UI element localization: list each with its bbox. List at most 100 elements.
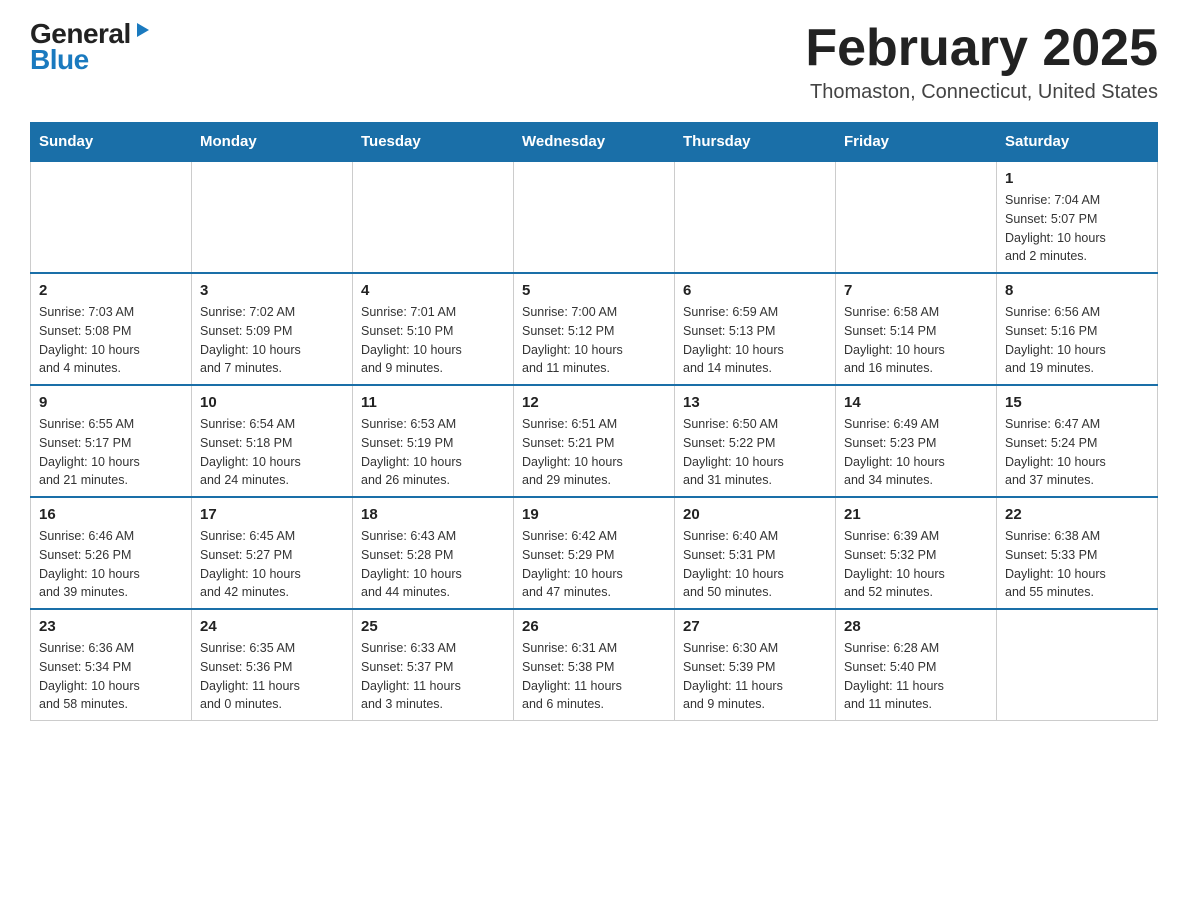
calendar-cell: 24Sunrise: 6:35 AMSunset: 5:36 PMDayligh… (192, 609, 353, 721)
calendar-cell: 7 Sunrise: 6:58 AMSunset: 5:14 PMDaylight… (836, 273, 997, 385)
calendar-cell: 5 Sunrise: 7:00 AMSunset: 5:12 PMDaylight… (514, 273, 675, 385)
day-number: 2 (39, 282, 183, 299)
calendar-cell: 14 Sunrise: 6:49 AMSunset: 5:23 PMDayligh… (836, 385, 997, 497)
day-number: 5 (522, 282, 666, 299)
calendar-cell: 19Sunrise: 6:42 AMSunset: 5:29 PMDayligh… (514, 497, 675, 609)
day-info: Sunrise: 6:47 AMSunset: 5:24 PMDaylight:… (1005, 415, 1149, 490)
calendar-header-saturday: Saturday (997, 123, 1158, 162)
day-number: 20 (683, 506, 827, 523)
day-info: Sunrise: 6:59 AMSunset: 5:13 PMDaylight:… (683, 303, 827, 378)
calendar-week-row-4: 16 Sunrise: 6:46 AMSunset: 5:26 PMDayligh… (31, 497, 1158, 609)
day-info: Sunrise: 6:51 AMSunset: 5:21 PMDaylight:… (522, 415, 666, 490)
calendar-cell: 17 Sunrise: 6:45 AMSunset: 5:27 PMDayligh… (192, 497, 353, 609)
calendar-cell: 21 Sunrise: 6:39 AMSunset: 5:32 PMDayligh… (836, 497, 997, 609)
day-number: 16 (39, 506, 183, 523)
day-info: Sunrise: 6:56 AMSunset: 5:16 PMDaylight:… (1005, 303, 1149, 378)
calendar-cell: 11 Sunrise: 6:53 AMSunset: 5:19 PMDayligh… (353, 385, 514, 497)
day-info: Sunrise: 7:02 AMSunset: 5:09 PMDaylight:… (200, 303, 344, 378)
day-info: Sunrise: 6:39 AMSunset: 5:32 PMDaylight:… (844, 527, 988, 602)
day-number: 26 (522, 618, 666, 635)
day-info: Sunrise: 7:04 AMSunset: 5:07 PMDaylight:… (1005, 191, 1149, 266)
logo-arrow-icon (133, 21, 151, 44)
title-area: February 2025 Thomaston, Connecticut, Un… (805, 20, 1158, 104)
day-info: Sunrise: 7:03 AMSunset: 5:08 PMDaylight:… (39, 303, 183, 378)
calendar-cell (192, 161, 353, 273)
day-number: 14 (844, 394, 988, 411)
day-info: Sunrise: 6:40 AMSunset: 5:31 PMDaylight:… (683, 527, 827, 602)
day-number: 7 (844, 282, 988, 299)
day-info: Sunrise: 6:43 AMSunset: 5:28 PMDaylight:… (361, 527, 505, 602)
day-number: 4 (361, 282, 505, 299)
calendar-header-thursday: Thursday (675, 123, 836, 162)
calendar-cell: 4 Sunrise: 7:01 AMSunset: 5:10 PMDaylight… (353, 273, 514, 385)
page-header: General Blue February 2025 Thomaston, Co… (30, 20, 1158, 104)
calendar-cell (997, 609, 1158, 721)
calendar-week-row-2: 2 Sunrise: 7:03 AMSunset: 5:08 PMDaylight… (31, 273, 1158, 385)
calendar-cell (514, 161, 675, 273)
calendar-cell: 8Sunrise: 6:56 AMSunset: 5:16 PMDaylight… (997, 273, 1158, 385)
day-number: 15 (1005, 394, 1149, 411)
calendar-cell: 1 Sunrise: 7:04 AMSunset: 5:07 PMDaylight… (997, 161, 1158, 273)
calendar-cell (353, 161, 514, 273)
logo-area: General Blue (30, 20, 151, 74)
day-info: Sunrise: 6:28 AMSunset: 5:40 PMDaylight:… (844, 639, 988, 714)
day-info: Sunrise: 7:01 AMSunset: 5:10 PMDaylight:… (361, 303, 505, 378)
calendar-header-friday: Friday (836, 123, 997, 162)
calendar-header-row: SundayMondayTuesdayWednesdayThursdayFrid… (31, 123, 1158, 162)
calendar-week-row-5: 23 Sunrise: 6:36 AMSunset: 5:34 PMDayligh… (31, 609, 1158, 721)
calendar-cell (31, 161, 192, 273)
logo-blue-text: Blue (30, 46, 89, 74)
day-info: Sunrise: 6:31 AMSunset: 5:38 PMDaylight:… (522, 639, 666, 714)
day-info: Sunrise: 6:38 AMSunset: 5:33 PMDaylight:… (1005, 527, 1149, 602)
calendar-cell: 20 Sunrise: 6:40 AMSunset: 5:31 PMDayligh… (675, 497, 836, 609)
day-info: Sunrise: 6:42 AMSunset: 5:29 PMDaylight:… (522, 527, 666, 602)
calendar-cell (836, 161, 997, 273)
calendar-table: SundayMondayTuesdayWednesdayThursdayFrid… (30, 122, 1158, 721)
day-number: 13 (683, 394, 827, 411)
calendar-cell: 15 Sunrise: 6:47 AMSunset: 5:24 PMDayligh… (997, 385, 1158, 497)
calendar-week-row-1: 1 Sunrise: 7:04 AMSunset: 5:07 PMDaylight… (31, 161, 1158, 273)
calendar-cell: 10 Sunrise: 6:54 AMSunset: 5:18 PMDayligh… (192, 385, 353, 497)
day-number: 9 (39, 394, 183, 411)
calendar-cell: 27 Sunrise: 6:30 AMSunset: 5:39 PMDayligh… (675, 609, 836, 721)
day-info: Sunrise: 6:35 AMSunset: 5:36 PMDaylight:… (200, 639, 344, 714)
calendar-cell: 18 Sunrise: 6:43 AMSunset: 5:28 PMDayligh… (353, 497, 514, 609)
day-number: 22 (1005, 506, 1149, 523)
calendar-header-wednesday: Wednesday (514, 123, 675, 162)
day-info: Sunrise: 6:49 AMSunset: 5:23 PMDaylight:… (844, 415, 988, 490)
day-info: Sunrise: 6:30 AMSunset: 5:39 PMDaylight:… (683, 639, 827, 714)
day-number: 17 (200, 506, 344, 523)
calendar-subtitle: Thomaston, Connecticut, United States (805, 81, 1158, 104)
calendar-cell: 3 Sunrise: 7:02 AMSunset: 5:09 PMDaylight… (192, 273, 353, 385)
calendar-cell: 25Sunrise: 6:33 AMSunset: 5:37 PMDayligh… (353, 609, 514, 721)
calendar-cell: 23 Sunrise: 6:36 AMSunset: 5:34 PMDayligh… (31, 609, 192, 721)
calendar-cell: 28 Sunrise: 6:28 AMSunset: 5:40 PMDayligh… (836, 609, 997, 721)
day-number: 18 (361, 506, 505, 523)
day-number: 3 (200, 282, 344, 299)
day-number: 10 (200, 394, 344, 411)
calendar-cell: 22 Sunrise: 6:38 AMSunset: 5:33 PMDayligh… (997, 497, 1158, 609)
day-number: 6 (683, 282, 827, 299)
calendar-title: February 2025 (805, 20, 1158, 77)
day-number: 21 (844, 506, 988, 523)
calendar-cell: 2 Sunrise: 7:03 AMSunset: 5:08 PMDaylight… (31, 273, 192, 385)
day-number: 27 (683, 618, 827, 635)
day-info: Sunrise: 7:00 AMSunset: 5:12 PMDaylight:… (522, 303, 666, 378)
day-info: Sunrise: 6:36 AMSunset: 5:34 PMDaylight:… (39, 639, 183, 714)
day-number: 1 (1005, 170, 1149, 187)
calendar-header-tuesday: Tuesday (353, 123, 514, 162)
day-info: Sunrise: 6:45 AMSunset: 5:27 PMDaylight:… (200, 527, 344, 602)
calendar-cell: 6 Sunrise: 6:59 AMSunset: 5:13 PMDaylight… (675, 273, 836, 385)
day-info: Sunrise: 6:46 AMSunset: 5:26 PMDaylight:… (39, 527, 183, 602)
day-info: Sunrise: 6:54 AMSunset: 5:18 PMDaylight:… (200, 415, 344, 490)
calendar-header-monday: Monday (192, 123, 353, 162)
day-info: Sunrise: 6:33 AMSunset: 5:37 PMDaylight:… (361, 639, 505, 714)
day-info: Sunrise: 6:58 AMSunset: 5:14 PMDaylight:… (844, 303, 988, 378)
day-number: 28 (844, 618, 988, 635)
day-info: Sunrise: 6:53 AMSunset: 5:19 PMDaylight:… (361, 415, 505, 490)
calendar-header-sunday: Sunday (31, 123, 192, 162)
day-number: 11 (361, 394, 505, 411)
calendar-cell: 12Sunrise: 6:51 AMSunset: 5:21 PMDayligh… (514, 385, 675, 497)
calendar-cell: 16 Sunrise: 6:46 AMSunset: 5:26 PMDayligh… (31, 497, 192, 609)
day-number: 23 (39, 618, 183, 635)
